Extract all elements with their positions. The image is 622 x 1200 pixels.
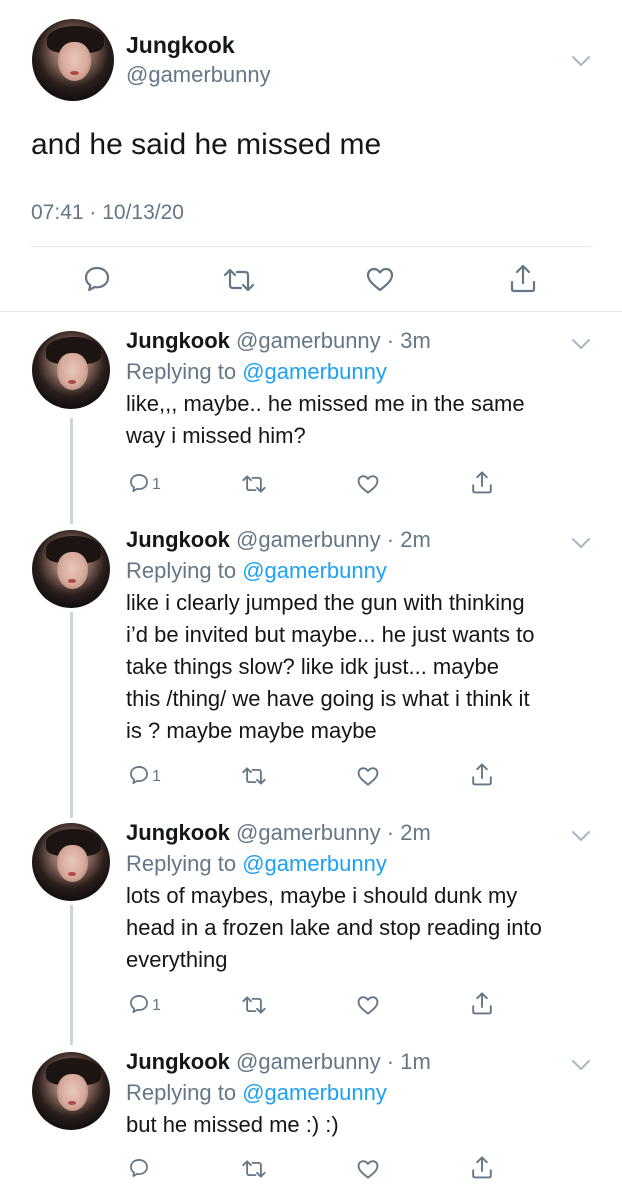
chevron-down-icon[interactable] [571,337,591,351]
divider [0,311,622,312]
like-icon[interactable] [356,1158,380,1180]
divider [31,246,591,247]
avatar[interactable] [32,19,114,101]
chevron-down-icon[interactable] [571,1058,591,1072]
mention-link[interactable]: @gamerbunny [242,558,387,583]
author-meta[interactable]: @gamerbunny · 2m [236,527,431,552]
retweet-icon[interactable] [241,1158,267,1180]
tweet-text: and he said he missed me [31,128,382,161]
author-meta[interactable]: @gamerbunny · 2m [236,820,431,845]
tweet-text: like i clearly jumped the gun with think… [126,590,535,743]
author-handle[interactable]: @gamerbunny [126,62,271,88]
reply-count: 1 [152,997,161,1014]
author-name[interactable]: Jungkook [126,328,230,353]
like-icon[interactable] [356,473,380,495]
mention-link[interactable]: @gamerbunny [242,851,387,876]
share-icon[interactable] [470,469,494,495]
retweet-icon[interactable] [241,994,267,1016]
replying-prefix: Replying to [126,558,237,583]
replying-to: Replying to @gamerbunny [126,851,387,877]
replying-prefix: Replying to [126,359,237,384]
replying-to: Replying to @gamerbunny [126,558,387,584]
author-meta[interactable]: @gamerbunny · 3m [236,328,431,353]
reply-icon[interactable] [128,764,150,786]
share-icon[interactable] [470,1154,494,1180]
reply-icon[interactable] [128,472,150,494]
author-name[interactable]: Jungkook [126,820,230,845]
reply-tweet[interactable]: Jungkook @gamerbunny · 2m Replying to @g… [0,527,622,807]
reply-icon[interactable] [82,264,112,294]
reply-header: Jungkook @gamerbunny · 2m [126,527,431,553]
main-tweet: Jungkook @gamerbunny and he said he miss… [0,0,622,312]
like-icon[interactable] [365,265,395,293]
replying-to: Replying to @gamerbunny [126,359,387,385]
tweet-text: lots of maybes, maybe i should dunk my h… [126,883,542,972]
replying-to: Replying to @gamerbunny [126,1080,387,1106]
avatar[interactable] [32,823,110,901]
reply-count: 1 [152,768,161,785]
reply-header: Jungkook @gamerbunny · 3m [126,328,431,354]
replying-prefix: Replying to [126,1080,237,1105]
reply-icon[interactable] [128,1157,150,1179]
tweet-text: like,,, maybe.. he missed me in the same… [126,391,525,448]
share-icon[interactable] [470,990,494,1016]
reply-icon[interactable] [128,993,150,1015]
author-name[interactable]: Jungkook [126,1049,230,1074]
like-icon[interactable] [356,765,380,787]
retweet-icon[interactable] [222,266,256,294]
share-icon[interactable] [470,761,494,787]
avatar[interactable] [32,1052,110,1130]
avatar[interactable] [32,331,110,409]
author-name[interactable]: Jungkook [126,527,230,552]
reply-header: Jungkook @gamerbunny · 2m [126,820,431,846]
author-meta[interactable]: @gamerbunny · 1m [236,1049,431,1074]
tweet-text: but he missed me :) :) [126,1112,339,1137]
mention-link[interactable]: @gamerbunny [242,1080,387,1105]
reply-count: 1 [152,476,161,493]
share-icon[interactable] [508,262,538,294]
retweet-icon[interactable] [241,765,267,787]
avatar[interactable] [32,530,110,608]
reply-tweet[interactable]: Jungkook @gamerbunny · 3m Replying to @g… [0,328,622,508]
reply-header: Jungkook @gamerbunny · 1m [126,1049,431,1075]
like-icon[interactable] [356,994,380,1016]
author-name[interactable]: Jungkook [126,32,235,59]
reply-tweet[interactable]: Jungkook @gamerbunny · 2m Replying to @g… [0,820,622,1030]
reply-tweet[interactable]: Jungkook @gamerbunny · 1m Replying to @g… [0,1049,622,1194]
mention-link[interactable]: @gamerbunny [242,359,387,384]
chevron-down-icon[interactable] [571,829,591,843]
retweet-icon[interactable] [241,473,267,495]
chevron-down-icon[interactable] [571,54,591,68]
tweet-timestamp[interactable]: 07:41 · 10/13/20 [31,201,184,225]
replying-prefix: Replying to [126,851,237,876]
chevron-down-icon[interactable] [571,536,591,550]
